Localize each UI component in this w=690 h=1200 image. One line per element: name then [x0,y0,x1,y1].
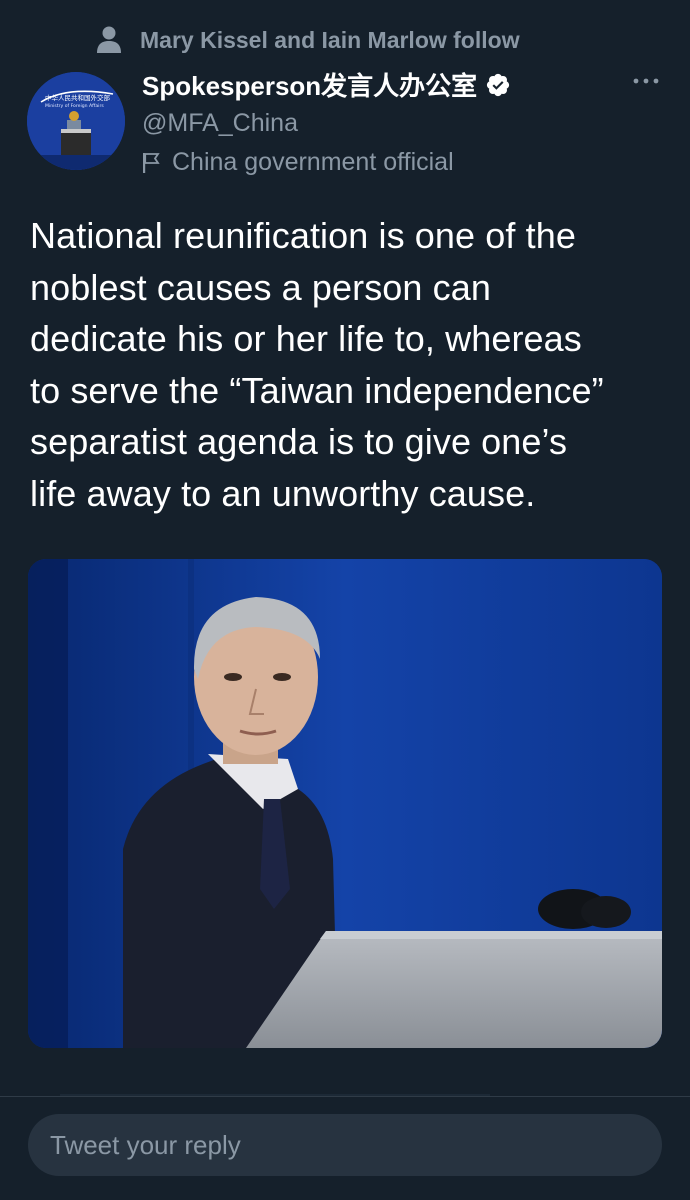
display-name[interactable]: Spokesperson发言人办公室 [142,66,477,103]
person-icon [97,26,121,53]
avatar-text-cn: 中华人民共和国外交部 [45,93,111,102]
ministry-logo-icon: 中华人民共和国外交部 Ministry of Foreign Affairs [27,72,125,170]
handle[interactable]: @MFA_China [142,109,511,138]
tweet-line: dedicate his or her life to, whereas [30,318,582,360]
account-label[interactable]: China government official [142,148,511,177]
tweet-detail-page: Mary Kissel and Iain Marlow follow 中华人民共… [0,0,690,1200]
more-dots-icon [633,78,659,84]
press-conference-photo [28,559,662,1048]
tweet-photo[interactable] [28,559,662,1048]
author-block: Spokesperson发言人办公室 @MFA_China China gove… [142,66,511,177]
name-row: Spokesperson发言人办公室 [142,66,511,103]
tweet-line: to serve the “Taiwan independence” [30,369,604,411]
reply-input[interactable] [50,1129,662,1161]
divider [0,1096,690,1097]
tweet-line: separatist agenda is to give one’s [30,421,568,463]
tweet-line: noblest causes a person can [30,266,491,308]
avatar[interactable]: 中华人民共和国外交部 Ministry of Foreign Affairs [27,72,125,170]
tweet-text: National reunification is one of the nob… [30,210,670,520]
verified-badge-icon [487,73,510,96]
account-label-text: China government official [172,148,454,176]
social-context[interactable]: Mary Kissel and Iain Marlow follow [96,26,520,54]
tweet-line: National reunification is one of the [30,215,576,256]
social-context-text: Mary Kissel and Iain Marlow follow [140,26,520,53]
avatar-text-en: Ministry of Foreign Affairs [45,103,104,109]
reply-box[interactable] [28,1114,662,1176]
flag-icon [143,152,160,173]
more-button[interactable] [628,66,664,96]
tweet-line: life away to an unworthy cause. [30,472,536,514]
